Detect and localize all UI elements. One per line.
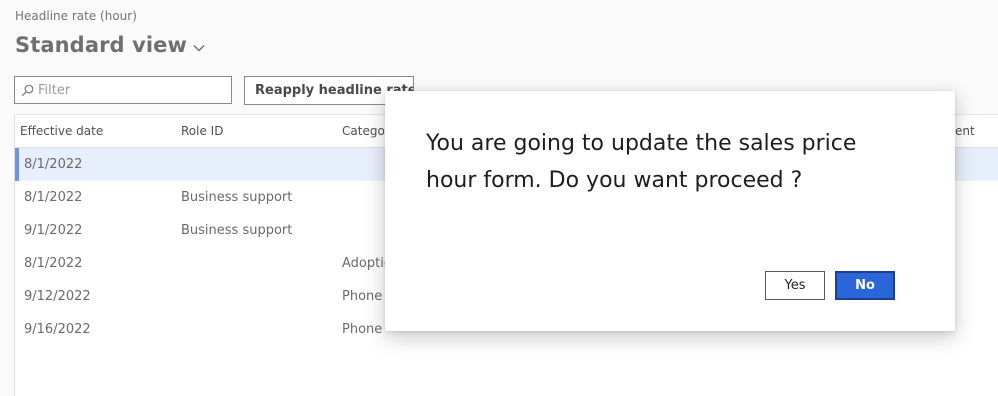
cell-category: Phone	[342, 289, 383, 304]
filter-input[interactable]	[38, 82, 218, 98]
yes-button[interactable]: Yes	[765, 271, 825, 300]
cell-role-id: Business support	[181, 190, 293, 205]
chevron-down-icon	[193, 44, 205, 52]
filter-field[interactable]	[14, 76, 232, 104]
cell-effective-date: 8/1/2022	[24, 157, 83, 172]
breadcrumb: Headline rate (hour)	[15, 9, 137, 23]
cell-role-id: Business support	[181, 223, 293, 238]
column-header-partial[interactable]: ent	[955, 124, 975, 138]
column-header-role-id[interactable]: Role ID	[181, 124, 223, 138]
no-button[interactable]: No	[835, 271, 895, 300]
dialog-message: You are going to update the sales price …	[426, 131, 857, 193]
cell-effective-date: 9/1/2022	[24, 223, 83, 238]
cell-category: Phone	[342, 322, 383, 337]
cell-effective-date: 8/1/2022	[24, 256, 83, 271]
page-title: Standard view	[15, 33, 188, 57]
search-icon	[21, 84, 34, 97]
column-header-effective-date[interactable]: Effective date	[20, 124, 103, 138]
confirmation-dialog: You are going to update the sales price …	[385, 91, 955, 331]
cell-effective-date: 9/12/2022	[24, 289, 91, 304]
cell-effective-date: 9/16/2022	[24, 322, 91, 337]
cell-effective-date: 8/1/2022	[24, 190, 83, 205]
view-selector[interactable]: Standard view	[15, 33, 205, 57]
page: Headline rate (hour) Standard view Reapp…	[0, 0, 998, 396]
